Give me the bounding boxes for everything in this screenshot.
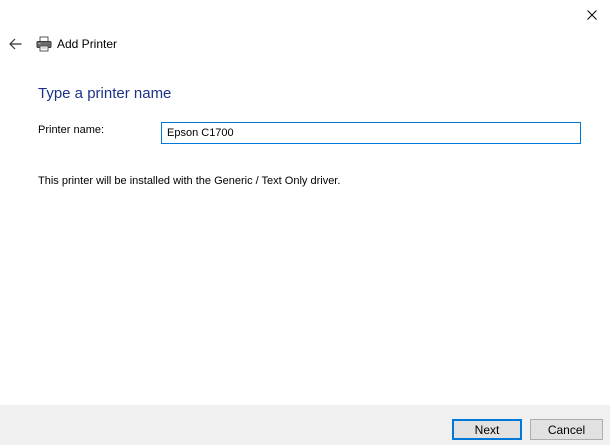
cancel-button[interactable]: Cancel	[530, 419, 603, 440]
wizard-footer: Next Cancel	[0, 405, 610, 445]
page-heading: Type a printer name	[38, 85, 172, 102]
back-button[interactable]	[6, 34, 24, 54]
next-button[interactable]: Next	[452, 419, 522, 440]
printer-icon	[36, 36, 52, 52]
printer-name-label: Printer name:	[38, 124, 105, 136]
wizard-header: Add Printer	[0, 34, 610, 54]
close-icon	[587, 10, 597, 20]
add-printer-window: Add Printer Type a printer name Printer …	[0, 0, 610, 445]
wizard-title: Add Printer	[57, 37, 118, 51]
back-arrow-icon	[8, 38, 21, 50]
printer-name-input[interactable]	[161, 122, 581, 144]
driver-note: This printer will be installed with the …	[38, 175, 341, 187]
close-button[interactable]	[574, 0, 610, 30]
